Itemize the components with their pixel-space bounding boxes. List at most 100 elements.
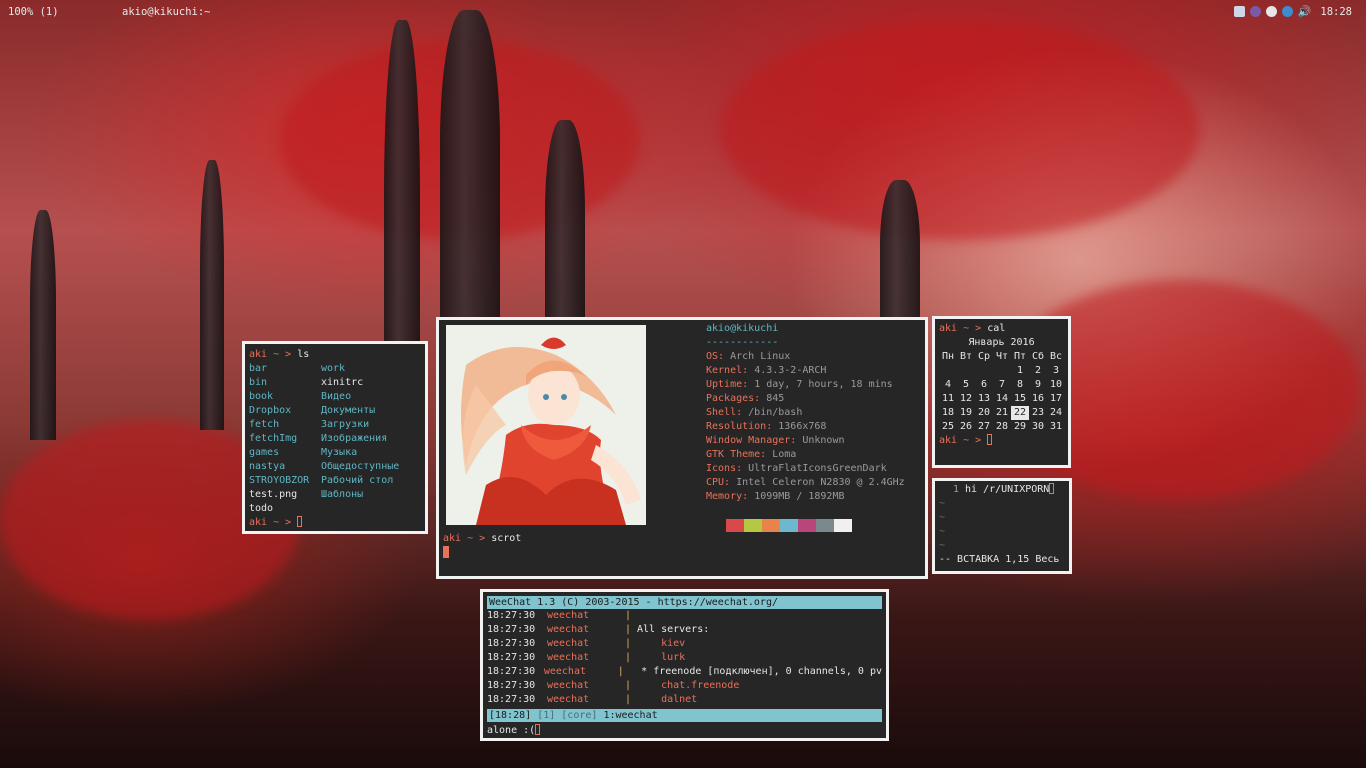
prompt-line: aki ~ > cal xyxy=(939,322,1064,336)
list-item: games xyxy=(249,447,280,458)
prompt: aki ~ > xyxy=(249,517,292,528)
calendar-day: 2 xyxy=(1034,365,1042,376)
list-item: Dropbox xyxy=(249,405,292,416)
info-row: GTK Theme: Loma xyxy=(706,449,797,460)
top-panel: 100% (1) akio@kikuchi:~ 🔊 18:28 xyxy=(0,0,1366,24)
terminal-neofetch-window[interactable]: akio@kikuchi ------------ OS: Arch Linux… xyxy=(436,317,928,579)
info-row: Kernel: 4.3.3-2-ARCH xyxy=(706,365,827,376)
calendar-day: 21 xyxy=(995,407,1009,418)
calendar-day xyxy=(957,364,975,378)
vim-statusline: -- ВСТАВКА 1,15 Весь xyxy=(939,554,1060,565)
list-item: test.png xyxy=(249,489,298,500)
calendar-day: 24 xyxy=(1049,407,1063,418)
calendar-day: 6 xyxy=(980,379,988,390)
command: ls xyxy=(297,349,310,360)
prompt-line[interactable]: aki ~ > scrot xyxy=(443,532,521,561)
viber-icon[interactable] xyxy=(1249,6,1261,17)
dropbox-icon[interactable] xyxy=(1233,6,1245,17)
list-item: Музыка xyxy=(321,447,358,458)
calendar-day: 3 xyxy=(1052,365,1060,376)
color-swatch xyxy=(834,519,852,532)
color-swatch xyxy=(798,519,816,532)
calendar-day: 30 xyxy=(1031,421,1045,432)
telegram-icon[interactable] xyxy=(1281,6,1293,17)
color-swatch xyxy=(780,519,798,532)
list-item: Документы xyxy=(321,405,376,416)
list-item: Загрузки xyxy=(321,419,370,430)
calendar-day: 31 xyxy=(1049,421,1063,432)
volume-icon[interactable]: 🔊 xyxy=(1298,5,1312,18)
color-swatch xyxy=(816,519,834,532)
calendar-day xyxy=(993,364,1011,378)
month-title: Январь 2016 xyxy=(968,337,1035,348)
weechat-input[interactable]: alone :( xyxy=(487,724,882,738)
input-text: alone :( xyxy=(487,725,536,736)
tilde-line: ~ xyxy=(939,498,946,509)
prompt-line: aki ~ > ls xyxy=(249,348,421,362)
command: scrot xyxy=(491,533,522,544)
color-swatch xyxy=(762,519,780,532)
text-cursor xyxy=(535,724,541,735)
list-item xyxy=(321,502,421,516)
calendar-day xyxy=(975,364,993,378)
system-info: akio@kikuchi ------------ OS: Arch Linux… xyxy=(706,322,905,504)
color-swatch xyxy=(744,519,762,532)
calendar-day: 27 xyxy=(977,421,991,432)
list-item: Изображения xyxy=(321,433,388,444)
weekday-label: Вс xyxy=(1049,351,1063,362)
terminal-vim-window[interactable]: 1 hi /r/UNIXPORN ~ ~ ~ ~ -- ВСТАВКА 1,15… xyxy=(932,478,1072,574)
calendar-day: 11 xyxy=(941,393,955,404)
info-row: Icons: UltraFlatIconsGreenDark xyxy=(706,463,887,474)
color-swatch xyxy=(726,519,744,532)
list-item: STROYOBZOR xyxy=(249,475,310,486)
text-cursor xyxy=(443,546,449,558)
text-cursor xyxy=(987,434,993,445)
calendar-day: 16 xyxy=(1031,393,1045,404)
prompt-line[interactable]: aki ~ > xyxy=(249,516,421,530)
weekday-label: Чт xyxy=(995,351,1009,362)
info-row: Window Manager: Unknown xyxy=(706,435,845,446)
info-row: CPU: Intel Celeron N2830 @ 2.4GHz xyxy=(706,477,905,488)
chat-line: 18:27:30 weechat | kiev xyxy=(487,638,686,649)
calendar-day: 5 xyxy=(962,379,970,390)
calendar-day: 9 xyxy=(1034,379,1042,390)
user-host: akio@kikuchi xyxy=(706,323,779,334)
calendar-day: 23 xyxy=(1031,407,1045,418)
weechat-window[interactable]: WeeChat 1.3 (C) 2003-2015 - https://weec… xyxy=(480,589,889,741)
command: cal xyxy=(987,323,1006,334)
list-item: Шаблоны xyxy=(321,489,364,500)
clock: 18:28 xyxy=(1320,5,1352,18)
line-text: hi /r/UNIXPORN xyxy=(965,484,1050,495)
list-item: Видео xyxy=(321,391,352,402)
status-time: [18:28] xyxy=(489,710,532,721)
calendar-day: 29 xyxy=(1013,421,1027,432)
system-tray: 🔊 18:28 xyxy=(1233,5,1352,18)
prompt-line[interactable]: aki ~ > xyxy=(939,434,1064,448)
calendar-day: 8 xyxy=(1016,379,1024,390)
calendar-day: 28 xyxy=(995,421,1009,432)
terminal-ls-window[interactable]: aki ~ > ls bar work bin xinitrc book Вид… xyxy=(242,341,428,534)
list-item: book xyxy=(249,391,274,402)
list-item: xinitrc xyxy=(321,377,364,388)
info-row: OS: Arch Linux xyxy=(706,351,791,362)
list-item: bin xyxy=(249,377,268,388)
calendar-day: 26 xyxy=(959,421,973,432)
list-item: Рабочий стол xyxy=(321,475,394,486)
calendar-day: 15 xyxy=(1013,393,1027,404)
calendar-day: 18 xyxy=(941,407,955,418)
editor-line[interactable]: 1 hi /r/UNIXPORN xyxy=(939,483,1065,497)
list-item: nastya xyxy=(249,461,286,472)
tilde-line: ~ xyxy=(939,526,946,537)
calendar-day: 14 xyxy=(995,393,1009,404)
tilde-line: ~ xyxy=(939,512,946,523)
terminal-cal-window[interactable]: aki ~ > cal Январь 2016 Пн Вт Ср Чт Пт Сб Вс 1 2… xyxy=(932,316,1071,468)
weekday-label: Вт xyxy=(959,351,973,362)
weekday-label: Пн xyxy=(941,351,955,362)
text-cursor xyxy=(1049,483,1055,494)
chat-buffer: 18:27:30 weechat | 18:27:30 weechat | All ser… xyxy=(487,609,882,707)
workspace-indicator[interactable]: 100% (1) xyxy=(8,6,59,18)
calendar-day: 17 xyxy=(1049,393,1063,404)
list-item: fetch xyxy=(249,419,280,430)
chat-line: 18:27:30 weechat | dalnet xyxy=(487,694,698,705)
network-icon[interactable] xyxy=(1265,6,1277,17)
